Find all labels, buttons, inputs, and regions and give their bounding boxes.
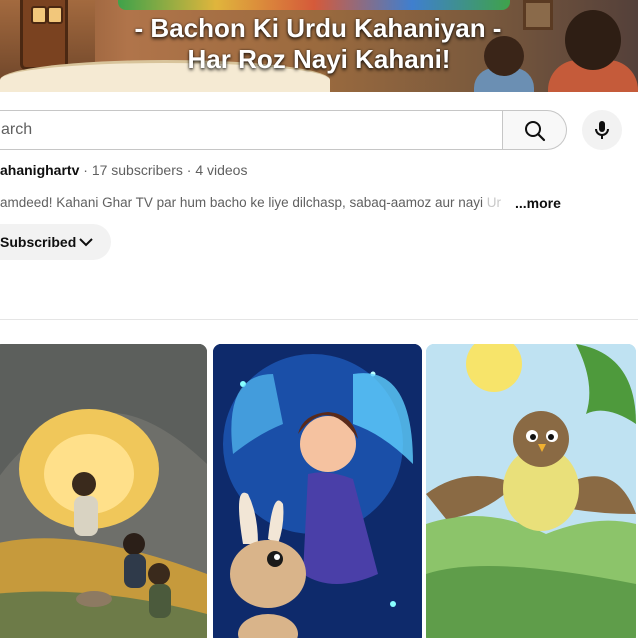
search-box: [0, 110, 503, 150]
banner-logo-strip: [118, 0, 510, 10]
chevron-down-icon: [79, 238, 93, 247]
microphone-icon: [595, 121, 609, 139]
fairy-bunny-illustration: [213, 344, 422, 638]
voice-search-button[interactable]: [582, 110, 622, 150]
description-fade-text: Ur: [486, 195, 502, 210]
subscribed-label: Subscribed: [0, 234, 77, 250]
subscribed-button[interactable]: Subscribed: [0, 224, 111, 260]
search-input[interactable]: [1, 111, 491, 149]
banner-title-line-2: Har Roz Nayi Kahani!: [187, 44, 451, 74]
flying-bird-illustration: [426, 344, 636, 638]
meta-separator-2: ·: [182, 162, 196, 178]
more-link[interactable]: ...more: [515, 195, 561, 211]
search-icon: [525, 121, 546, 142]
channel-description[interactable]: amdeed! Kahani Ghar TV par hum bacho ke …: [0, 195, 520, 210]
banner-title-line-1: - Bachon Ki Urdu Kahaniyan -: [134, 13, 502, 43]
video-thumbnail[interactable]: [426, 344, 636, 638]
channel-banner: - Bachon Ki Urdu Kahaniyan - Har Roz Nay…: [0, 0, 638, 92]
cave-treasure-illustration: [0, 344, 207, 638]
search-button[interactable]: [503, 110, 567, 150]
video-thumbnail[interactable]: [0, 344, 207, 638]
meta-separator: ·: [79, 162, 92, 178]
description-text: amdeed! Kahani Ghar TV par hum bacho ke …: [0, 195, 487, 210]
video-count: 4 videos: [195, 162, 248, 178]
subscriber-count: 17 subscribers: [91, 162, 183, 178]
channel-meta: ahanighartv · 17 subscribers · 4 videos: [0, 162, 247, 178]
video-thumbnail[interactable]: [213, 344, 422, 638]
channel-handle[interactable]: ahanighartv: [0, 162, 79, 178]
section-divider: [0, 319, 638, 320]
